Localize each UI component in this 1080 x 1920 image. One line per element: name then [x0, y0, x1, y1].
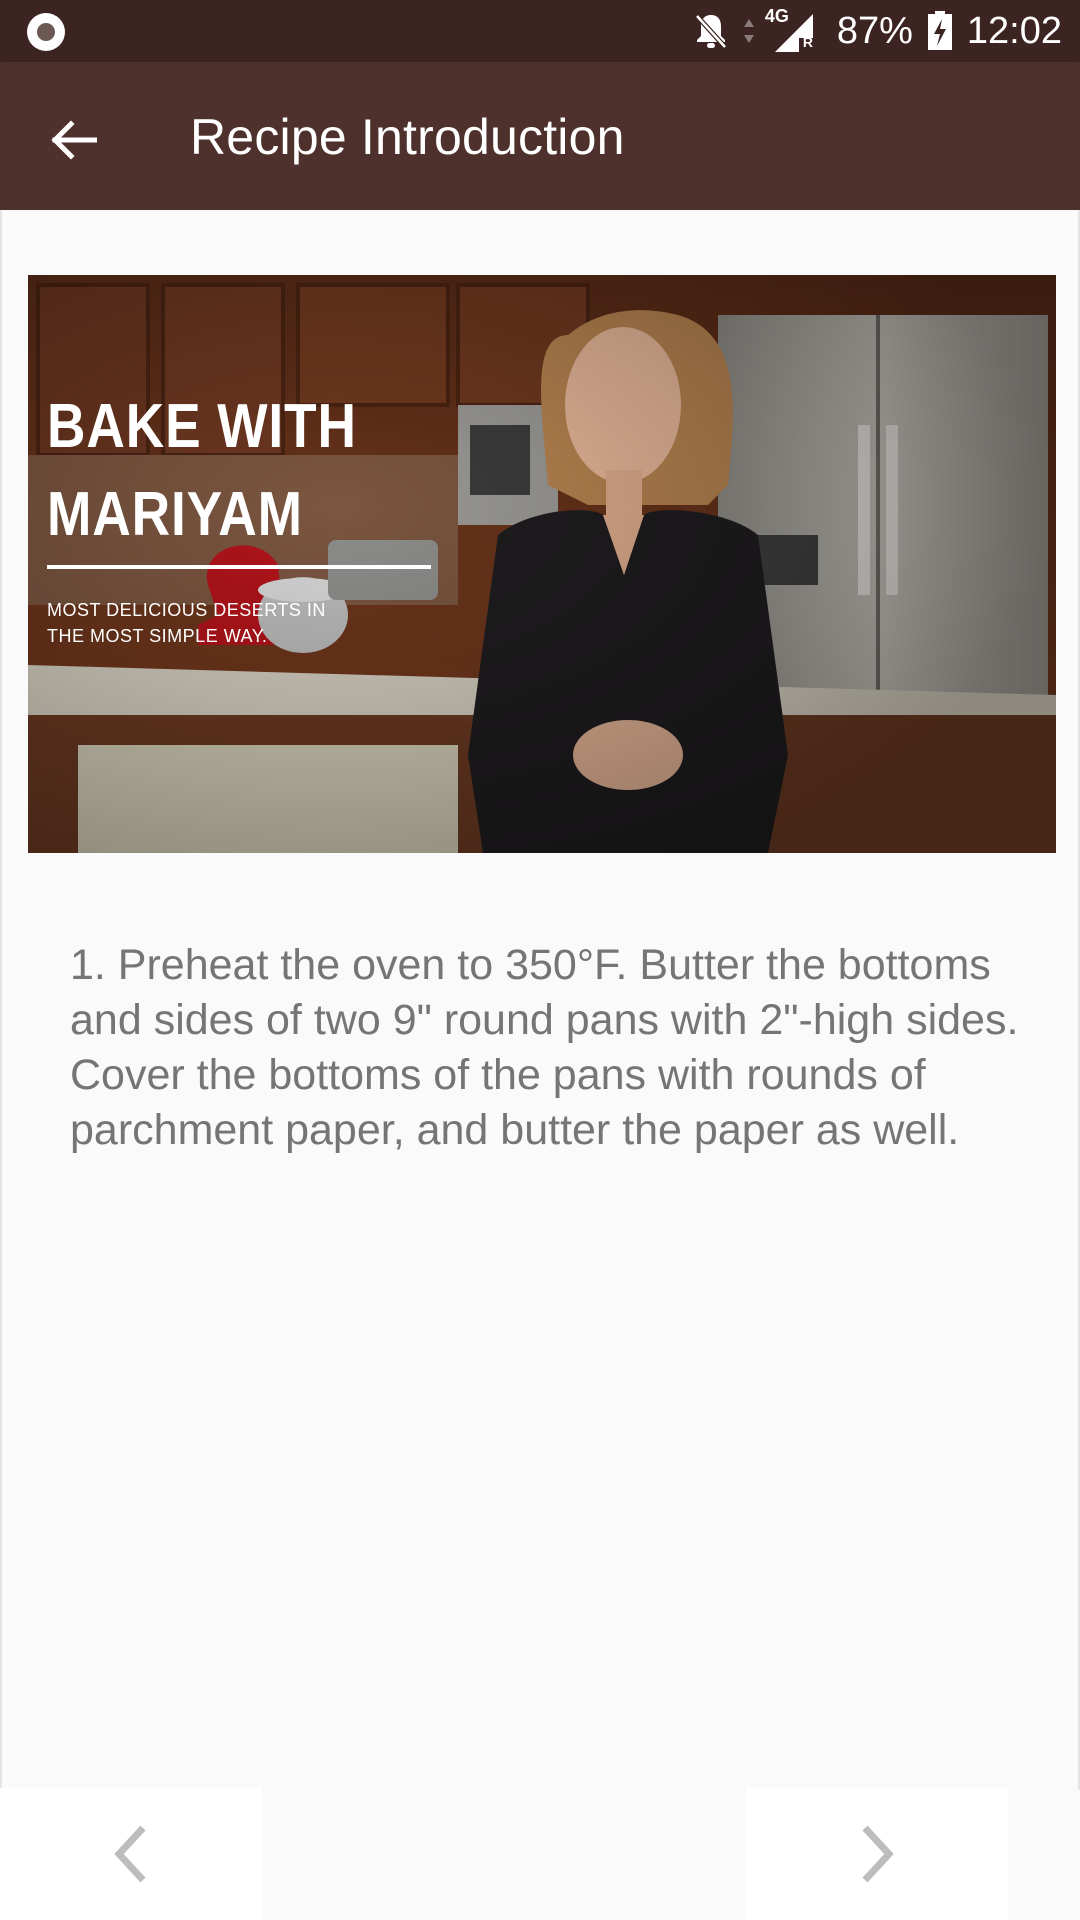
hero-banner-image: BAKE WITH MARIYAM MOST DELICIOUS DESERTS… — [28, 275, 1056, 853]
bell-off-icon — [693, 11, 729, 51]
signal-icon: 4G R — [765, 6, 815, 54]
battery-charging-icon — [927, 11, 953, 51]
hero-divider — [47, 565, 431, 569]
chevron-left-icon — [114, 1825, 146, 1883]
data-arrows-icon — [743, 17, 755, 45]
next-step-button[interactable] — [746, 1788, 1008, 1920]
network-type-label: 4G — [764, 6, 789, 26]
arrow-left-icon — [51, 120, 97, 160]
clock: 12:02 — [966, 9, 1062, 52]
record-icon — [27, 13, 65, 51]
battery-percent: 87% — [836, 9, 913, 52]
page-title: Recipe Introduction — [190, 109, 625, 165]
recipe-content: BAKE WITH MARIYAM MOST DELICIOUS DESERTS… — [0, 210, 1080, 1790]
previous-step-button[interactable] — [0, 1788, 262, 1920]
status-icons: 4G R 87% 12:02 — [693, 0, 1062, 62]
hero-title-line-1: BAKE WITH — [47, 392, 357, 461]
hero-title-line-2: MARIYAM — [47, 480, 303, 549]
hero-text-overlay: BAKE WITH MARIYAM MOST DELICIOUS DESERTS… — [47, 383, 447, 649]
back-button[interactable] — [36, 102, 112, 178]
roaming-label: R — [802, 34, 813, 50]
status-bar: 4G R 87% 12:02 — [0, 0, 1080, 62]
app-bar: Recipe Introduction — [0, 62, 1080, 210]
chevron-right-icon — [862, 1825, 894, 1883]
hero-subtitle: MOST DELICIOUS DESERTS IN THE MOST SIMPL… — [47, 600, 326, 646]
recipe-step-text: 1. Preheat the oven to 350°F. Butter the… — [70, 941, 1019, 1154]
